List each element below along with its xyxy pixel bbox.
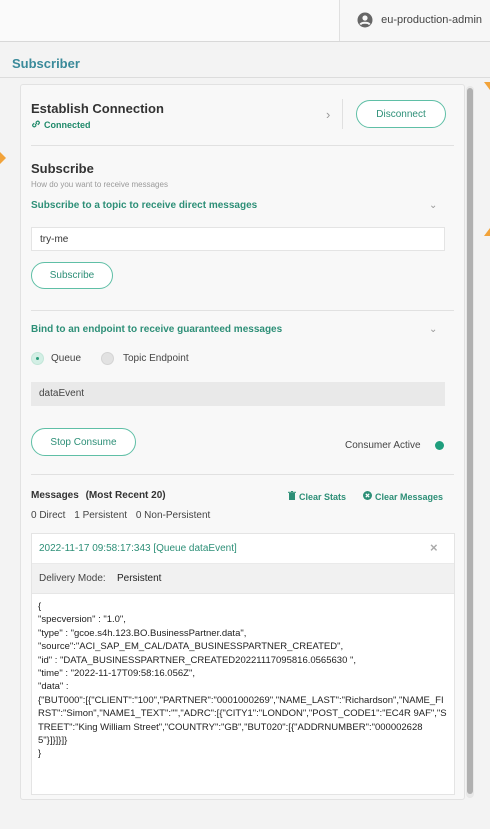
message-counts: 0 Direct 1 Persistent 0 Non-Persistent [31, 510, 210, 521]
count-non-persistent: 0 Non-Persistent [135, 510, 211, 521]
endpoint-input[interactable]: dataEvent [31, 382, 445, 406]
clear-messages-button[interactable]: Clear Messages [363, 491, 443, 502]
delivery-mode-value: Persistent [117, 573, 162, 584]
clear-circle-icon [363, 491, 372, 502]
subscribe-subtitle: How do you want to receive messages [31, 180, 168, 189]
messages-title: Messages [31, 490, 79, 501]
connection-status-label: Connected [44, 120, 91, 130]
message-card: 2022-11-17 09:58:17:343 [Queue dataEvent… [31, 533, 455, 795]
clear-stats-label: Clear Stats [299, 491, 347, 502]
delivery-mode-row: Delivery Mode: Persistent [32, 564, 454, 594]
annotation-marker-left [0, 152, 6, 164]
messages-heading: Messages (Most Recent 20) [31, 490, 166, 501]
consumer-status-dot [435, 441, 444, 450]
close-icon[interactable]: × [430, 540, 438, 555]
page-title: Subscriber [12, 56, 80, 71]
queue-radio[interactable] [31, 352, 44, 365]
subscriber-panel: Establish Connection Connected › Disconn… [20, 84, 465, 800]
scrollbar-thumb[interactable] [467, 88, 473, 794]
queue-radio-label[interactable]: Queue [51, 353, 81, 364]
top-bar-blank-area [0, 0, 340, 41]
section-divider [31, 310, 454, 311]
message-header-label: 2022-11-17 09:58:17:343 [Queue dataEvent… [39, 543, 237, 554]
top-bar: eu-production-admin [0, 0, 490, 42]
clear-stats-button[interactable]: Clear Stats [288, 491, 346, 502]
message-header[interactable]: 2022-11-17 09:58:17:343 [Queue dataEvent… [32, 534, 454, 564]
delivery-mode-label: Delivery Mode: [39, 573, 106, 584]
user-avatar-icon [357, 12, 373, 28]
chevron-down-icon[interactable]: ⌄ [429, 324, 437, 335]
title-divider [0, 77, 490, 78]
subscribe-title: Subscribe [31, 161, 94, 176]
connection-title: Establish Connection [31, 101, 164, 116]
topic-endpoint-radio-label[interactable]: Topic Endpoint [123, 353, 189, 364]
subscribe-button[interactable]: Subscribe [31, 262, 113, 289]
direct-messages-label[interactable]: Subscribe to a topic to receive direct m… [31, 200, 257, 211]
message-payload: { "specversion" : "1.0", "type" : "gcoe.… [38, 601, 447, 760]
count-direct: 0 Direct [31, 510, 66, 521]
topic-input[interactable]: try-me [31, 227, 445, 251]
chevron-down-icon[interactable]: ⌄ [429, 200, 437, 211]
bind-endpoint-label[interactable]: Bind to an endpoint to receive guarantee… [31, 324, 282, 335]
section-divider [31, 474, 454, 475]
consumer-status-label: Consumer Active [345, 440, 421, 451]
count-persistent: 1 Persistent [74, 510, 128, 521]
link-icon [31, 119, 41, 131]
connection-status: Connected [31, 119, 91, 131]
section-divider [31, 145, 454, 146]
annotation-marker-right [484, 228, 490, 236]
annotation-marker-top-right [484, 82, 490, 90]
user-label: eu-production-admin [381, 14, 482, 26]
vertical-separator [342, 99, 343, 129]
trash-icon [288, 491, 296, 502]
topic-endpoint-radio[interactable] [101, 352, 114, 365]
stop-consume-button[interactable]: Stop Consume [31, 428, 136, 456]
disconnect-button[interactable]: Disconnect [356, 100, 446, 128]
clear-messages-label: Clear Messages [375, 491, 444, 502]
messages-recent-label: (Most Recent 20) [85, 490, 166, 501]
user-menu[interactable]: eu-production-admin [357, 12, 482, 28]
expand-chevron-right-icon[interactable]: › [326, 107, 330, 122]
